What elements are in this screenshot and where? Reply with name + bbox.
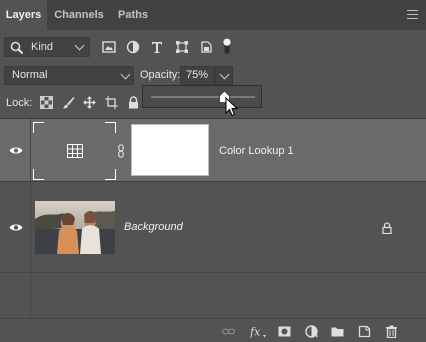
lock-transparent-pixels-icon[interactable] [40, 96, 53, 109]
search-icon [10, 41, 24, 55]
filter-kind-dropdown[interactable]: Kind [4, 37, 90, 57]
opacity-dropdown-button[interactable] [215, 66, 233, 85]
tab-paths[interactable]: Paths [111, 0, 155, 30]
lock-all-icon[interactable] [127, 96, 140, 109]
filter-type-layer-icon[interactable] [150, 40, 164, 54]
new-adjustment-layer-icon[interactable] [305, 325, 318, 338]
filter-shape-layer-icon[interactable] [175, 40, 189, 54]
mask-link-chain-icon[interactable] [118, 144, 124, 158]
mouse-pointer-icon [225, 97, 239, 117]
lock-label: Lock: [6, 97, 33, 109]
opacity-slider-popup [142, 85, 262, 108]
add-layer-mask-icon[interactable] [278, 325, 291, 338]
layers-list: Color Lookup 1 Background [0, 118, 426, 318]
blend-mode-dropdown[interactable]: Normal [4, 66, 134, 85]
layers-bottom-toolbar: fx [0, 318, 426, 342]
tab-layers[interactable]: Layers [0, 0, 47, 30]
background-photo-thumbnail[interactable] [35, 201, 115, 254]
panel-tab-bar: Layers Channels Paths [0, 0, 426, 30]
filter-adjustment-layer-icon[interactable] [126, 40, 140, 54]
layer-name[interactable]: Color Lookup 1 [219, 145, 294, 157]
layer-row-background[interactable]: Background [0, 181, 426, 272]
opacity-input[interactable]: 75% [180, 66, 215, 85]
adjustment-layer-thumbnail[interactable] [33, 122, 116, 180]
link-layers-icon[interactable] [222, 325, 235, 338]
opacity-value: 75% [186, 69, 209, 81]
layer-name[interactable]: Background [124, 221, 183, 233]
fx-layer-style-icon[interactable]: fx [250, 325, 266, 338]
svg-text:fx: fx [250, 326, 261, 339]
blend-mode-value: Normal [12, 69, 48, 81]
layers-empty-area [0, 272, 426, 318]
chevron-down-icon [74, 40, 85, 51]
panel-menu-icon[interactable] [407, 10, 418, 19]
filter-pixel-layer-icon[interactable] [102, 40, 116, 54]
opacity-slider-track[interactable] [151, 96, 255, 98]
layer-row-color-lookup[interactable]: Color Lookup 1 [0, 118, 426, 181]
chevron-down-icon [120, 69, 131, 80]
eye-visibility-icon[interactable] [9, 223, 23, 232]
chevron-down-icon [219, 69, 230, 80]
lock-artboard-icon[interactable] [105, 96, 118, 109]
opacity-label: Opacity: [140, 69, 181, 81]
visibility-column [0, 273, 31, 318]
lock-position-move-icon[interactable] [83, 96, 96, 109]
new-layer-icon[interactable] [358, 325, 371, 338]
new-group-folder-icon[interactable] [331, 325, 344, 338]
eye-visibility-icon[interactable] [9, 146, 23, 155]
delete-layer-trash-icon[interactable] [385, 325, 398, 338]
filter-smart-object-icon[interactable] [199, 40, 213, 54]
color-lookup-grid-icon [67, 144, 83, 158]
tab-channels[interactable]: Channels [48, 0, 110, 30]
filter-kind-label: Kind [31, 41, 54, 53]
filter-toggle-switch[interactable] [223, 38, 231, 55]
layers-panel: Layers Channels Paths Kind Normal Opacit… [0, 0, 426, 342]
layer-mask-thumbnail[interactable] [131, 124, 209, 176]
lock-image-pixels-brush-icon[interactable] [62, 96, 75, 109]
layer-locked-icon [382, 222, 392, 234]
